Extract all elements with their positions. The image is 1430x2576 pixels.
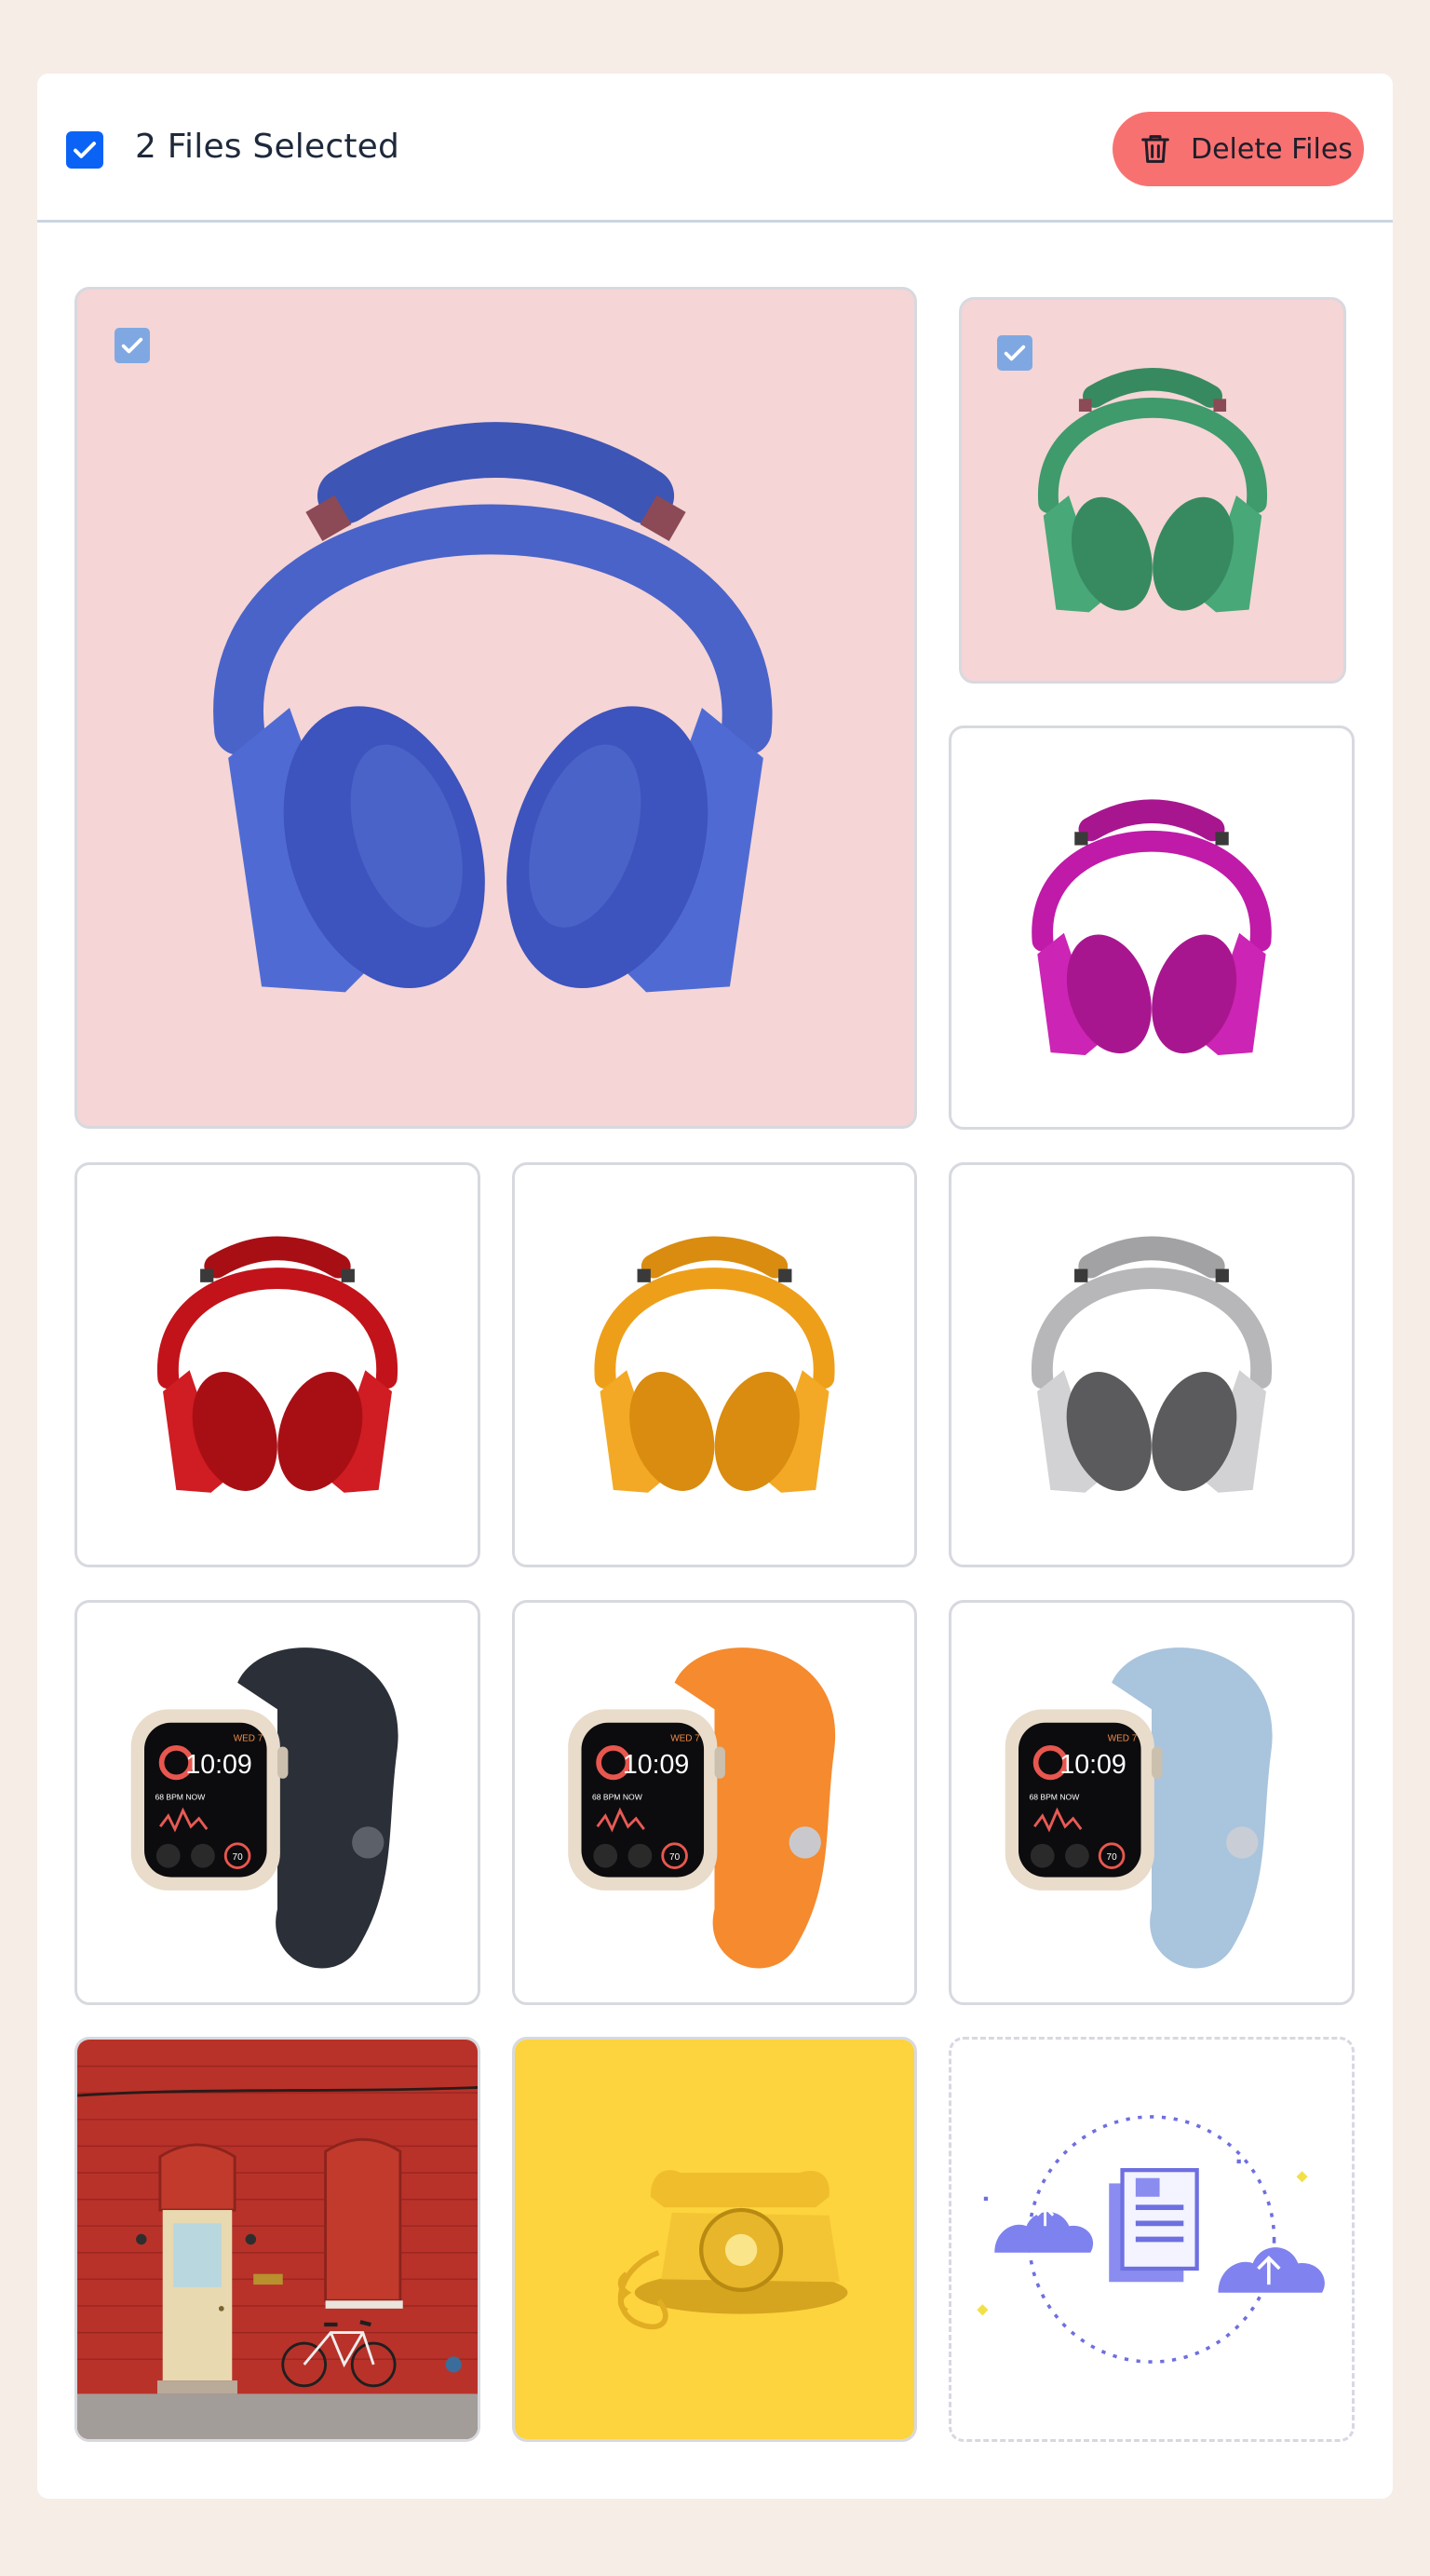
tile-checkbox[interactable] <box>997 335 1032 371</box>
watch-time: 10:09 <box>623 1750 690 1780</box>
gallery-item-orange-watch[interactable]: 10:09 WED 7 68 BPM NOW 70 <box>512 1600 917 2005</box>
watch-image: 10:09 WED 7 68 BPM NOW 70 <box>130 1647 398 1969</box>
upload-dropzone[interactable] <box>949 2037 1355 2442</box>
watch-bpm: 68 BPM NOW <box>155 1793 206 1802</box>
watch-bpm: 68 BPM NOW <box>592 1793 643 1802</box>
gallery-item-brick-building[interactable] <box>74 2037 480 2442</box>
watch-day: WED 7 <box>1108 1734 1138 1744</box>
check-icon <box>121 337 143 354</box>
trash-icon <box>1141 135 1169 163</box>
gallery-item-black-watch[interactable]: 10:09 WED 7 68 BPM NOW 70 <box>74 1600 480 2005</box>
watch-complication: 70 <box>1107 1852 1118 1863</box>
gallery-item-red-headphones[interactable] <box>74 1162 480 1567</box>
delete-files-button[interactable]: Delete Files <box>1113 112 1364 186</box>
delete-files-label: Delete Files <box>1191 132 1353 166</box>
watch-bpm: 68 BPM NOW <box>1029 1793 1080 1802</box>
headphones-image <box>1032 799 1272 1055</box>
check-icon <box>74 142 96 158</box>
watch-time: 10:09 <box>185 1750 252 1780</box>
watch-day: WED 7 <box>670 1734 700 1744</box>
headphones-image <box>157 1236 398 1493</box>
select-all-checkbox[interactable] <box>66 131 103 169</box>
watch-day: WED 7 <box>234 1734 263 1744</box>
cloud-upload-icon <box>977 2115 1325 2364</box>
files-selected-label: 2 Files Selected <box>135 128 400 166</box>
tile-checkbox[interactable] <box>115 328 150 363</box>
gallery-item-blue-watch[interactable]: 10:09 WED 7 68 BPM NOW 70 <box>949 1600 1355 2005</box>
gallery-item-silver-headphones[interactable] <box>949 1162 1355 1567</box>
watch-image: 10:09 WED 7 68 BPM NOW 70 <box>568 1647 836 1969</box>
check-icon <box>1004 345 1026 361</box>
gallery-item-orange-headphones[interactable] <box>512 1162 917 1567</box>
headphones-image <box>594 1236 835 1493</box>
telephone-photo <box>515 2040 914 2439</box>
building-photo <box>77 2040 478 2439</box>
gallery-item-yellow-telephone[interactable] <box>512 2037 917 2442</box>
watch-complication: 70 <box>233 1852 244 1863</box>
watch-complication: 70 <box>669 1852 681 1863</box>
gallery-item-green-headphones[interactable] <box>959 297 1346 684</box>
selection-header: 2 Files Selected Delete Files <box>37 74 1393 223</box>
gallery-item-blue-headphones[interactable] <box>74 287 917 1129</box>
gallery-item-magenta-headphones[interactable] <box>949 725 1355 1130</box>
headphones-image <box>213 422 773 993</box>
headphones-image <box>1032 1236 1272 1493</box>
file-manager-card: 2 Files Selected Delete Files 10:09 WED … <box>37 74 1393 2499</box>
watch-image: 10:09 WED 7 68 BPM NOW 70 <box>1005 1647 1273 1969</box>
watch-time: 10:09 <box>1059 1750 1126 1780</box>
